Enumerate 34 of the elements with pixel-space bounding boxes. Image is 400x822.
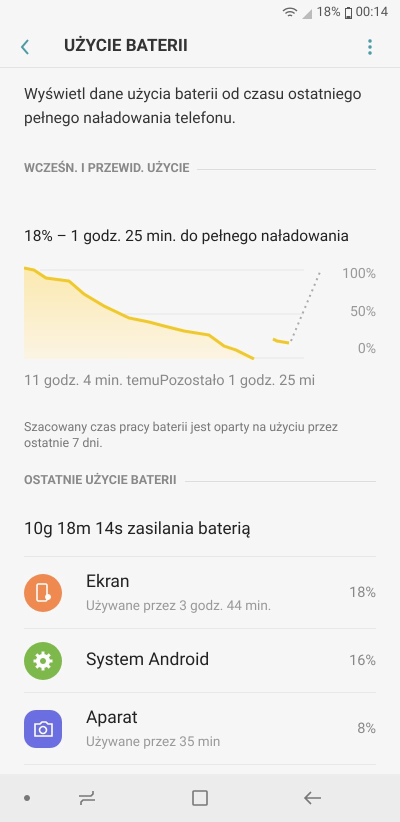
battery-icon xyxy=(344,7,352,19)
back-icon[interactable] xyxy=(20,38,30,54)
page-title: UŻYCIE BATERII xyxy=(64,34,188,58)
app-usage-row[interactable]: Aparat Używane przez 35 min 8% xyxy=(24,693,376,765)
recents-button[interactable] xyxy=(78,791,96,805)
app-usage-row[interactable]: System Android 16% xyxy=(24,629,376,693)
axis-label: 100% xyxy=(342,265,376,284)
app-usage-row[interactable]: Ekran Używane przez 3 godz. 44 min. 18% xyxy=(24,557,376,629)
axis-label: 50% xyxy=(350,302,376,322)
battery-time-summary: 10g 18m 14s zasilania baterią xyxy=(24,518,252,540)
charging-estimate: 18% – 1 godz. 25 min. do pełnego naładowania xyxy=(24,226,350,247)
more-options-icon[interactable] xyxy=(368,38,372,54)
back-nav-button[interactable] xyxy=(304,791,322,805)
description-text: Wyświetl dane użycia baterii od czasu ostatniego pełnego naładowania telefonu. xyxy=(24,84,362,129)
app-name: System Android xyxy=(86,649,210,672)
battery-percent: 18% xyxy=(316,4,341,22)
dot-icon[interactable] xyxy=(24,795,30,801)
usage-percent: 8% xyxy=(357,718,376,739)
section-header: WCZEŚN. I PRZEWID. UŻYCIE xyxy=(24,160,190,178)
usage-duration: Używane przez 35 min xyxy=(86,732,220,752)
section-header: OSTATNIE UŻYCIE BATERII xyxy=(24,472,176,490)
estimate-note: Szacowany czas pracy baterii jest oparty na użyciu przez ostatnie 7 dni. xyxy=(24,420,339,452)
usage-duration: Używane przez 3 godz. 44 min. xyxy=(86,596,272,616)
clock: 00:14 xyxy=(356,4,388,22)
usage-percent: 16% xyxy=(349,650,376,671)
remaining-time-label: Pozostało 1 godz. 25 mi xyxy=(160,371,316,391)
app-name: Aparat xyxy=(86,707,139,730)
signal-icon xyxy=(302,7,312,19)
usage-percent: 18% xyxy=(349,582,376,603)
axis-label: 0% xyxy=(358,340,376,359)
app-name: Ekran xyxy=(86,571,131,594)
home-button[interactable] xyxy=(192,790,208,806)
start-time-label: 11 godz. 4 min. temu xyxy=(24,371,160,391)
wifi-icon xyxy=(282,7,298,19)
